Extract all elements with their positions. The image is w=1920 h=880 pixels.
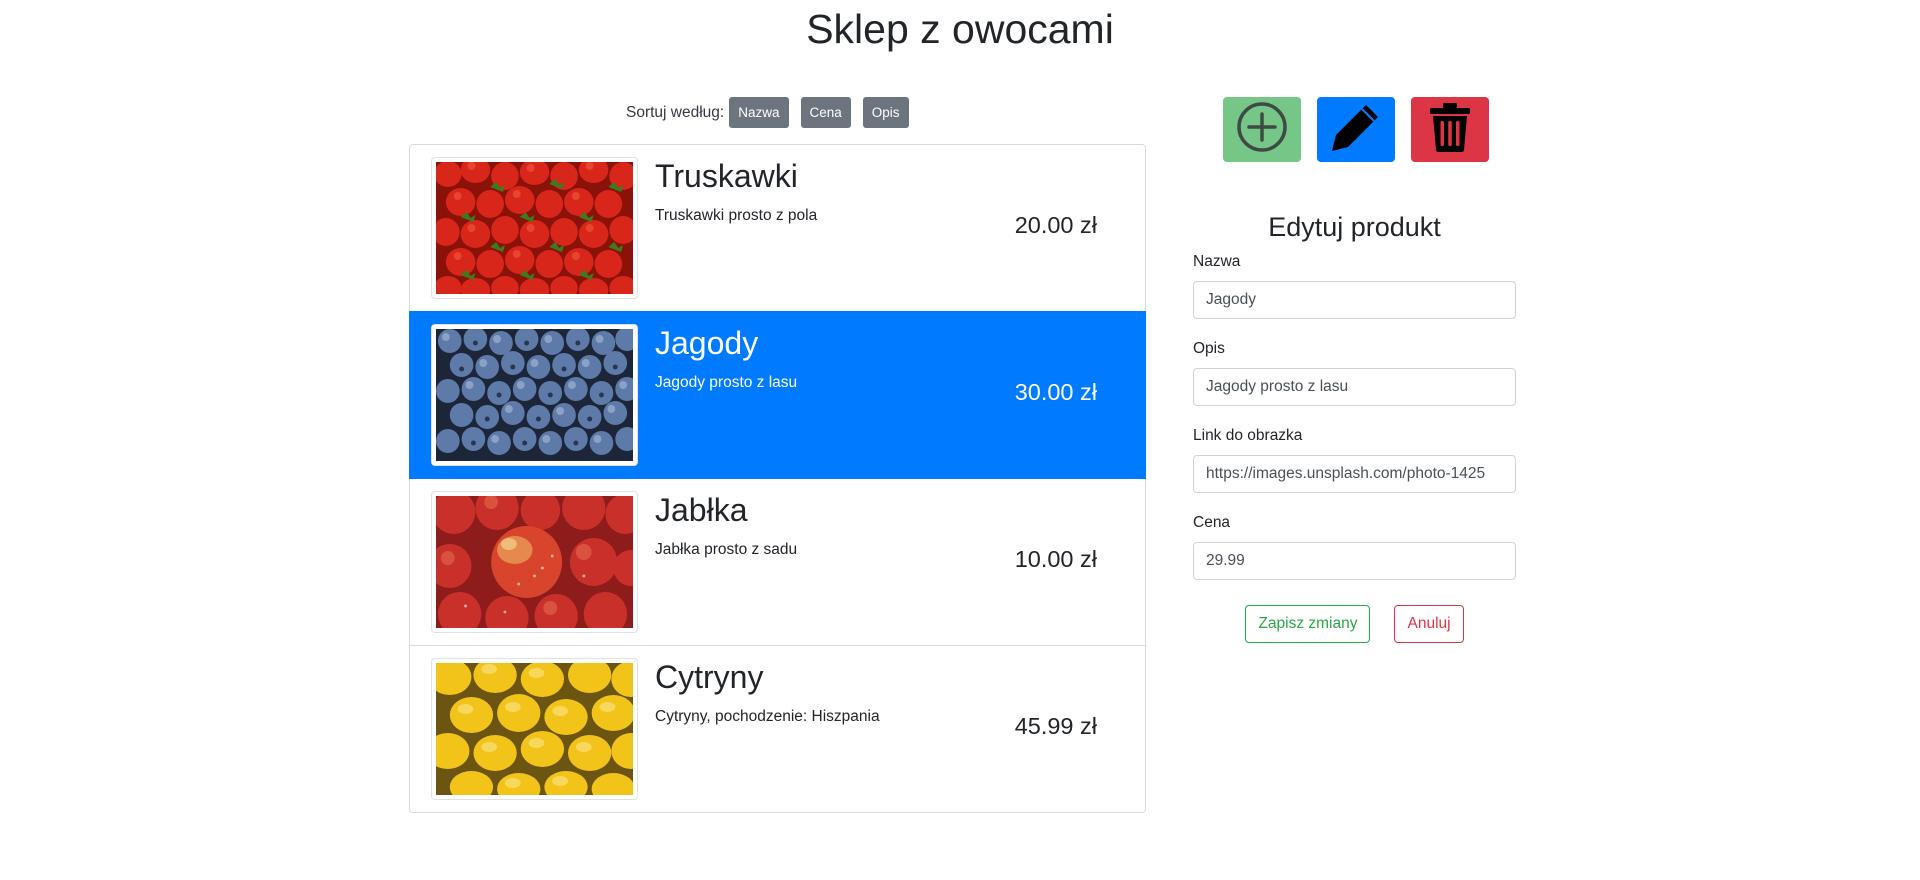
product-item[interactable]: Truskawki Truskawki prosto z pola 20.00 … [409, 144, 1146, 312]
edit-product-button[interactable] [1317, 97, 1395, 162]
form-title: Edytuj produkt [1268, 212, 1441, 242]
cancel-button[interactable]: Anuluj [1394, 605, 1464, 643]
product-price: 10.00 zł [1014, 546, 1097, 572]
product-thumbnail [431, 157, 638, 299]
sort-by-name-button[interactable]: Nazwa [729, 97, 789, 128]
page: Sklep z owocami Sortuj według: Nazwa Cen… [0, 0, 1920, 880]
product-item[interactable]: Cytryny Cytryny, pochodzenie: Hiszpania … [409, 645, 1146, 813]
product-name: Cytryny [655, 659, 764, 695]
product-price: 20.00 zł [1014, 212, 1097, 238]
apples-photo [436, 496, 633, 628]
product-description: Cytryny, pochodzenie: Hiszpania [655, 708, 880, 725]
product-name: Truskawki [655, 158, 798, 194]
name-input[interactable] [1193, 281, 1516, 319]
plus-circle-icon [1235, 100, 1289, 159]
product-thumbnail [431, 324, 638, 466]
price-input[interactable] [1193, 542, 1516, 580]
product-thumbnail [431, 658, 638, 800]
sort-label: Sortuj według: [626, 103, 725, 121]
product-description: Truskawki prosto z pola [655, 207, 818, 224]
product-item[interactable]: Jabłka Jabłka prosto z sadu 10.00 zł [409, 478, 1146, 646]
description-input[interactable] [1193, 368, 1516, 406]
add-product-button[interactable] [1223, 97, 1301, 162]
name-label: Nazwa [1193, 253, 1241, 270]
trash-icon [1428, 101, 1472, 158]
blueberries-photo [436, 329, 633, 461]
product-description: Jabłka prosto z sadu [655, 541, 798, 558]
save-changes-button[interactable]: Zapisz zmiany [1245, 605, 1371, 643]
product-price: 45.99 zł [1014, 713, 1097, 739]
edit-product-form: Edytuj produkt Nazwa Opis Link do obrazk… [1193, 208, 1516, 643]
strawberries-photo [436, 162, 633, 294]
image-link-input[interactable] [1193, 455, 1516, 493]
product-price: 30.00 zł [1014, 379, 1097, 405]
product-thumbnail [431, 491, 638, 633]
delete-product-button[interactable] [1411, 97, 1489, 162]
form-buttons: Zapisz zmiany Anuluj [1193, 605, 1516, 643]
page-title: Sklep z owocami [806, 6, 1114, 52]
product-description: Jagody prosto z lasu [655, 374, 798, 391]
product-name: Jabłka [655, 492, 748, 528]
sort-by-price-button[interactable]: Cena [800, 97, 851, 128]
image-link-label: Link do obrazka [1193, 427, 1303, 444]
product-item-selected[interactable]: Jagody Jagody prosto z lasu 30.00 zł [409, 311, 1146, 479]
price-label: Cena [1193, 514, 1231, 531]
lemons-photo [436, 663, 633, 795]
pencil-icon [1328, 99, 1384, 160]
sort-bar: Sortuj według: Nazwa Cena Opis [626, 97, 921, 128]
product-list: Truskawki Truskawki prosto z pola 20.00 … [409, 144, 1146, 813]
description-label: Opis [1193, 340, 1225, 357]
sort-by-description-button[interactable]: Opis [862, 97, 909, 128]
action-buttons [1223, 97, 1505, 162]
product-name: Jagody [655, 325, 759, 361]
